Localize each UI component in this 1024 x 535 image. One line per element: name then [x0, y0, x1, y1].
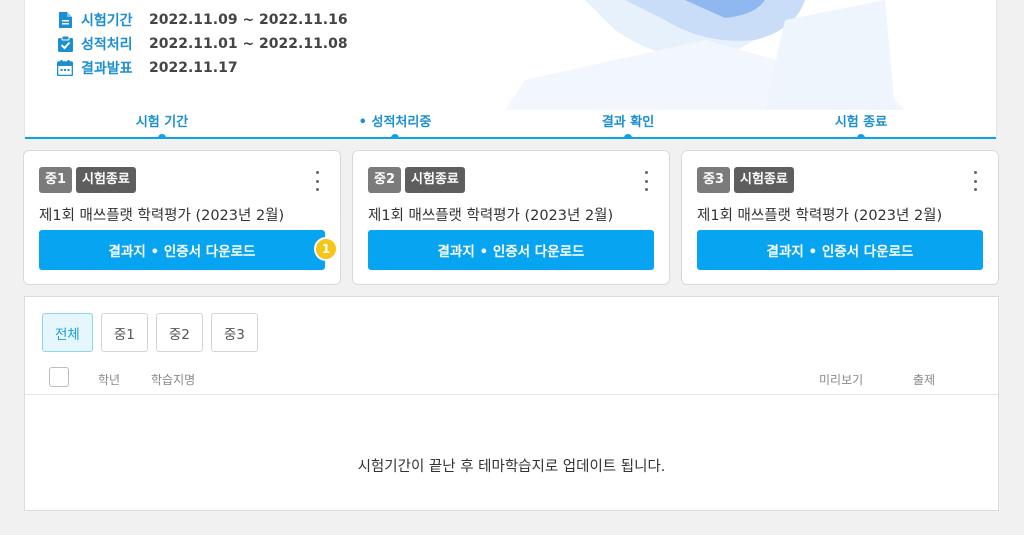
- download-results-button[interactable]: 결과지 • 인증서 다운로드: [697, 230, 983, 270]
- status-badge: 시험종료: [405, 167, 465, 193]
- filter-tab-grade2[interactable]: 중2: [155, 313, 203, 352]
- table-header: 학년 학습지명 미리보기 출제: [25, 365, 1000, 395]
- card-tags: 중1 시험종료: [39, 167, 136, 193]
- progress-steps: 시험 기간 • 성적처리중 결과 확인 시험 종료: [25, 105, 996, 139]
- schedule-panel: 시험기간 2022.11.09 ~ 2022.11.16 성적처리 2022.1…: [24, 0, 997, 139]
- more-options-icon[interactable]: [972, 171, 978, 191]
- step-dot: [624, 134, 632, 139]
- card-tags: 중2 시험종료: [368, 167, 465, 193]
- schedule-list: 시험기간 2022.11.09 ~ 2022.11.16 성적처리 2022.1…: [57, 8, 348, 80]
- step-grading: • 성적처리중: [358, 115, 432, 130]
- schedule-label: 결과발표: [81, 61, 133, 77]
- grade-tag: 중1: [39, 167, 73, 193]
- notification-badge: 1: [314, 237, 338, 261]
- schedule-row-grading: 성적처리 2022.11.01 ~ 2022.11.08: [57, 32, 348, 56]
- grade-tag: 중3: [697, 167, 731, 193]
- column-assign: 출제: [913, 373, 936, 387]
- step-dot: [391, 134, 399, 139]
- exam-card-grade2: 중2 시험종료 제1회 매쓰플랫 학력평가 (2023년 2월) 결과지 • 인…: [352, 150, 670, 285]
- document-icon: [57, 12, 73, 28]
- step-exam-period: 시험 기간: [135, 115, 189, 130]
- schedule-label: 성적처리: [81, 37, 133, 53]
- schedule-value: 2022.11.17: [149, 60, 238, 76]
- schedule-row-exam-period: 시험기간 2022.11.09 ~ 2022.11.16: [57, 8, 348, 32]
- filter-tab-grade1[interactable]: 중1: [100, 313, 148, 352]
- status-badge: 시험종료: [76, 167, 136, 193]
- worksheet-list-panel: 전체 중1 중2 중3 학년 학습지명 미리보기 출제 시험기간이 끝난 후 테…: [24, 296, 1000, 511]
- download-results-button[interactable]: 결과지 • 인증서 다운로드: [368, 230, 654, 270]
- schedule-value: 2022.11.01 ~ 2022.11.08: [149, 36, 348, 52]
- select-all-checkbox[interactable]: [49, 367, 69, 387]
- step-dot: [158, 134, 166, 139]
- download-results-button[interactable]: 결과지 • 인증서 다운로드: [39, 230, 325, 270]
- schedule-row-results: 결과발표 2022.11.17: [57, 56, 348, 80]
- empty-state-message: 시험기간이 끝난 후 테마학습지로 업데이트 됩니다.: [357, 459, 666, 475]
- column-worksheet-name: 학습지명: [151, 373, 196, 387]
- calendar-icon: [57, 60, 73, 76]
- step-result-check: 결과 확인: [601, 115, 655, 130]
- more-options-icon[interactable]: [314, 171, 320, 191]
- exam-title: 제1회 매쓰플랫 학력평가 (2023년 2월): [39, 208, 285, 224]
- filter-tab-grade3[interactable]: 중3: [210, 313, 258, 352]
- clipboard-check-icon: [57, 36, 73, 52]
- filter-tab-all[interactable]: 전체: [42, 313, 93, 352]
- step-exam-end: 시험 종료: [834, 115, 888, 130]
- more-options-icon[interactable]: [643, 171, 649, 191]
- exam-title: 제1회 매쓰플랫 학력평가 (2023년 2월): [697, 208, 943, 224]
- decorative-background-illustration: [505, 0, 905, 110]
- step-dot: [857, 134, 865, 139]
- status-badge: 시험종료: [734, 167, 794, 193]
- exam-card-grade3: 중3 시험종료 제1회 매쓰플랫 학력평가 (2023년 2월) 결과지 • 인…: [681, 150, 999, 285]
- grade-filter-tabs: 전체 중1 중2 중3: [42, 313, 258, 352]
- exam-card-grade1: 중1 시험종료 제1회 매쓰플랫 학력평가 (2023년 2월) 결과지 • 인…: [23, 150, 341, 285]
- column-preview: 미리보기: [819, 373, 864, 387]
- card-tags: 중3 시험종료: [697, 167, 794, 193]
- progress-line: [25, 137, 996, 139]
- grade-tag: 중2: [368, 167, 402, 193]
- column-grade: 학년: [98, 373, 121, 387]
- schedule-value: 2022.11.09 ~ 2022.11.16: [149, 12, 348, 28]
- exam-title: 제1회 매쓰플랫 학력평가 (2023년 2월): [368, 208, 614, 224]
- schedule-label: 시험기간: [81, 13, 133, 29]
